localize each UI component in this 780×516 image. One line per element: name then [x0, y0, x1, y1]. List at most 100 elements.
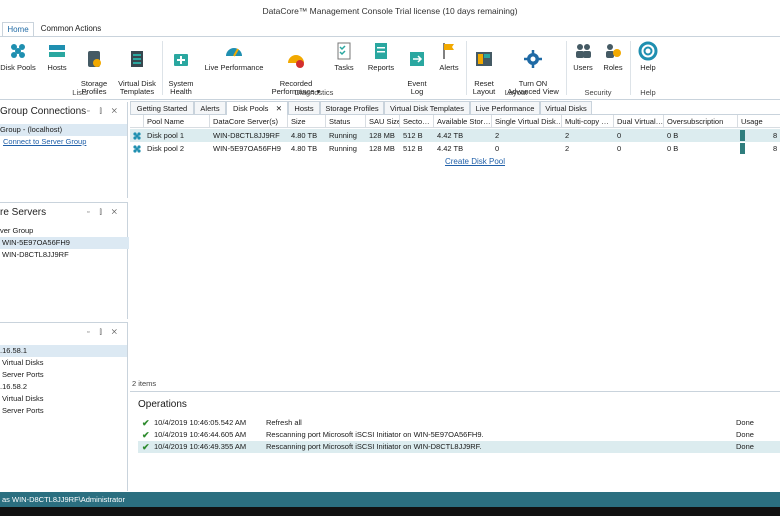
oversubscription-cell: 0 B [667, 131, 679, 140]
roles-label: Roles [603, 63, 623, 72]
column-header[interactable]: Usage [738, 115, 780, 128]
group-label-layout: Layout [504, 88, 528, 97]
tab-common-actions[interactable]: Common Actions [38, 22, 104, 36]
server-cell: WIN-D8CTL8JJ9RF [213, 131, 280, 140]
ports-pane: ▫ ⫿ ✕ .16.58.1 Virtual Disks Server Port… [0, 322, 128, 491]
operation-status: Done [736, 418, 754, 427]
status-bar: as WIN-D8CTL8JJ9RF\Administrator [0, 492, 780, 507]
port-child[interactable]: Server Ports [0, 369, 129, 381]
live-performance-label: Live Performance [204, 63, 264, 72]
roles-button[interactable]: Roles [600, 41, 626, 72]
alerts-label: Alerts [439, 63, 459, 72]
single-vd-cell: 2 [495, 131, 500, 140]
column-header[interactable]: Oversubscription [664, 115, 738, 128]
group-separator [630, 41, 631, 95]
group-label-help: Help [640, 88, 656, 97]
dual-virtual-cell: 0 [617, 131, 622, 140]
operation-row[interactable]: ✔ 10/4/2019 10:46:44.605 AM Rescanning p… [138, 429, 780, 441]
alerts-icon [443, 43, 454, 59]
pane-buttons[interactable]: ▫ ⫿ ✕ [87, 102, 121, 122]
disk-pools-button[interactable]: Disk Pools [0, 41, 36, 72]
column-header[interactable]: Multi-copy … [562, 115, 614, 128]
check-icon: ✔ [142, 418, 150, 428]
column-header[interactable]: Secto… [400, 115, 434, 128]
server-group-item[interactable]: Group - (localhost) [0, 124, 127, 136]
table-row[interactable]: Disk pool 1 WIN-D8CTL8JJ9RF 4.80 TB Runn… [130, 129, 780, 142]
column-header[interactable]: Available Stor… [434, 115, 492, 128]
pane-header: re Servers ▫ ⫿ ✕ [0, 203, 127, 223]
connect-link[interactable]: Connect to Server Group [0, 136, 130, 148]
recorded-performance-icon [288, 55, 304, 68]
column-header[interactable]: Single Virtual Disk… [492, 115, 562, 128]
tab-live-performance[interactable]: Live Performance [470, 101, 540, 114]
help-button[interactable]: Help [634, 41, 662, 72]
reports-label: Reports [367, 63, 395, 72]
users-button[interactable]: Users [570, 41, 596, 72]
server-node[interactable]: WIN-5E97OA56FH9 [0, 237, 129, 249]
group-label-lists: Lists [72, 88, 88, 97]
group-separator [162, 41, 163, 95]
port-child[interactable]: Virtual Disks [0, 357, 129, 369]
system-health-icon [174, 54, 188, 66]
create-disk-pool-link[interactable]: Create Disk Pool [445, 157, 505, 166]
usage-value: 8 [773, 131, 778, 140]
hosts-icon [49, 45, 65, 57]
column-header[interactable]: DataCore Server(s) [210, 115, 288, 128]
operation-row[interactable]: ✔ 10/4/2019 10:46:49.355 AM Rescanning p… [138, 441, 780, 453]
port-child[interactable]: Virtual Disks [0, 393, 129, 405]
server-node[interactable]: WIN-D8CTL8JJ9RF [0, 249, 129, 261]
roles-icon [606, 44, 621, 58]
operation-desc: Refresh all [266, 418, 302, 427]
column-header[interactable]: SAU Size [366, 115, 400, 128]
operation-time: 10/4/2019 10:46:05.542 AM [154, 418, 247, 427]
column-header-icon [130, 115, 144, 128]
pane-buttons[interactable]: ▫ ⫿ ✕ [87, 203, 121, 223]
column-header[interactable]: Status [326, 115, 366, 128]
port-child[interactable]: Server Ports [0, 405, 129, 417]
tab-virtual-disks[interactable]: Virtual Disks [540, 101, 592, 114]
reports-button[interactable]: Reports [366, 41, 396, 72]
storage-profiles-icon [88, 51, 101, 67]
check-icon: ✔ [142, 430, 150, 440]
port-node[interactable]: .16.58.1 [0, 345, 127, 357]
size-cell: 4.80 TB [291, 131, 318, 140]
group-connections-pane: Group Connections ▫ ⫿ ✕ Group - (localho… [0, 102, 128, 198]
sau-size-cell: 128 MB [369, 131, 395, 140]
disk-pool-icon [133, 132, 141, 140]
pane-buttons[interactable]: ▫ ⫿ ✕ [87, 323, 121, 343]
servers-pane: re Servers ▫ ⫿ ✕ ver Group WIN-5E97OA56F… [0, 202, 129, 319]
group-label-security: Security [584, 88, 612, 97]
tab-disk-pools[interactable]: Disk Pools ✕ [226, 101, 288, 115]
status-user: as WIN-D8CTL8JJ9RF\Administrator [2, 495, 125, 504]
alerts-button[interactable]: Alerts [436, 41, 462, 72]
tab-alerts[interactable]: Alerts [194, 101, 226, 114]
pane-title: re Servers [0, 207, 47, 218]
operation-row[interactable]: ✔ 10/4/2019 10:46:05.542 AM Refresh all … [138, 417, 780, 429]
create-disk-pool-row: Create Disk Pool [130, 157, 780, 166]
hosts-button[interactable]: Hosts [44, 41, 70, 72]
live-performance-button[interactable]: Live Performance [204, 41, 264, 72]
connect-link-text[interactable]: Connect to Server Group [3, 137, 86, 146]
column-header[interactable]: Dual Virtual… [614, 115, 664, 128]
available-cell: 4.42 TB [437, 144, 464, 153]
oversubscription-cell: 0 B [667, 144, 679, 153]
usage-bar [740, 130, 745, 141]
port-node[interactable]: .16.58.2 [0, 381, 127, 393]
advanced-view-icon [524, 50, 542, 68]
column-header[interactable]: Size [288, 115, 326, 128]
event-log-icon [410, 52, 424, 66]
hosts-label: Hosts [47, 63, 67, 72]
help-label: Help [640, 63, 656, 72]
tasks-button[interactable]: Tasks [332, 41, 356, 72]
server-group-node[interactable]: ver Group [0, 225, 127, 237]
status-cell: Running [329, 144, 357, 153]
table-row[interactable]: Disk pool 2 WIN-5E97OA56FH9 4.80 TB Runn… [130, 142, 780, 155]
tab-virtual-disk-templates[interactable]: Virtual Disk Templates [384, 101, 470, 114]
tab-getting-started[interactable]: Getting Started [130, 101, 194, 114]
tab-hosts[interactable]: Hosts [288, 101, 320, 114]
operation-desc: Rescanning port Microsoft iSCSI Initiato… [266, 442, 482, 451]
tab-storage-profiles[interactable]: Storage Profiles [320, 101, 384, 114]
taskbar [0, 507, 780, 516]
column-header[interactable]: Pool Name [144, 115, 210, 128]
close-icon[interactable]: ✕ [276, 102, 282, 115]
